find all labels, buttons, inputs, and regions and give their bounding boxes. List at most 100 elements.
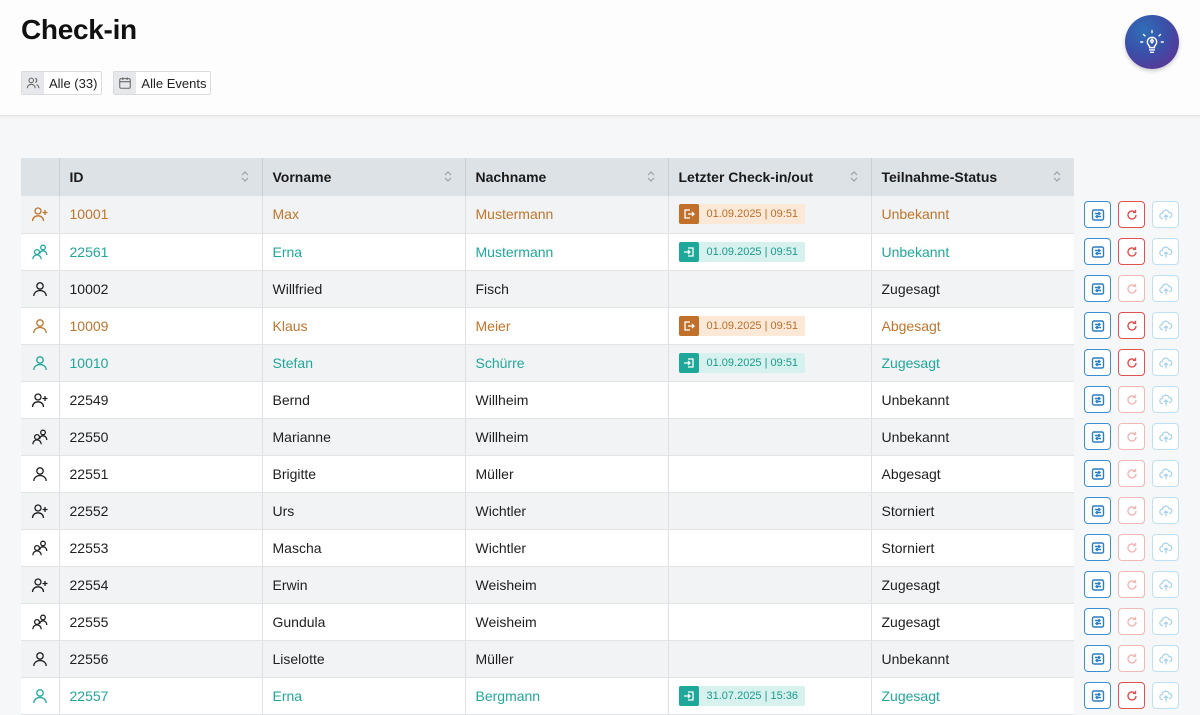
checkin-toggle-button[interactable] bbox=[1084, 349, 1111, 376]
upload-button[interactable] bbox=[1152, 238, 1179, 265]
column-header-status[interactable]: Teilnahme-Status bbox=[871, 158, 1074, 196]
table-row[interactable]: 10009 Klaus Meier 01.09.2025 | 09:51 Abgesag… bbox=[21, 307, 1074, 345]
table-row[interactable]: 22550 Marianne Willheim Unbekannt bbox=[21, 418, 1074, 456]
table-row[interactable]: 22551 Brigitte Müller Abgesagt bbox=[21, 455, 1074, 493]
reset-button[interactable] bbox=[1118, 682, 1145, 709]
sort-icon[interactable] bbox=[443, 170, 453, 186]
swap-icon bbox=[1091, 504, 1104, 517]
reset-button[interactable] bbox=[1118, 349, 1145, 376]
upload-button[interactable] bbox=[1152, 608, 1179, 635]
checkin-toggle-button[interactable] bbox=[1084, 238, 1111, 265]
cell-last-check bbox=[668, 566, 872, 604]
reset-button[interactable] bbox=[1118, 312, 1145, 339]
upload-button[interactable] bbox=[1152, 201, 1179, 228]
upload-button[interactable] bbox=[1152, 460, 1179, 487]
upload-button[interactable] bbox=[1152, 645, 1179, 672]
user-icon bbox=[31, 280, 49, 298]
sort-icon[interactable] bbox=[1052, 170, 1062, 186]
cloud-upload-icon bbox=[1158, 357, 1172, 368]
reset-button[interactable] bbox=[1118, 460, 1145, 487]
reset-button[interactable] bbox=[1118, 386, 1145, 413]
cloud-upload-icon bbox=[1158, 394, 1172, 405]
lightbulb-button[interactable] bbox=[1125, 15, 1179, 69]
table-row[interactable]: 22556 Liselotte Müller Unbekannt bbox=[21, 640, 1074, 678]
table-row[interactable]: 22557 Erna Bergmann 31.07.2025 | 15:36 Zuges… bbox=[21, 677, 1074, 715]
filter-events-button[interactable]: Alle Events bbox=[113, 71, 212, 95]
cell-last-name: Willheim bbox=[465, 418, 669, 456]
checkin-toggle-button[interactable] bbox=[1084, 571, 1111, 598]
table-row[interactable]: 10010 Stefan Schürre 01.09.2025 | 09:51 Zuge… bbox=[21, 344, 1074, 382]
reset-button[interactable] bbox=[1118, 275, 1145, 302]
user-icon bbox=[31, 317, 49, 335]
sort-icon[interactable] bbox=[849, 170, 859, 186]
cell-first-name: Stefan bbox=[262, 344, 466, 382]
reset-button[interactable] bbox=[1118, 608, 1145, 635]
reset-button[interactable] bbox=[1118, 571, 1145, 598]
checkin-toggle-button[interactable] bbox=[1084, 460, 1111, 487]
cell-last-name: Weisheim bbox=[465, 566, 669, 604]
checkin-toggle-button[interactable] bbox=[1084, 682, 1111, 709]
checkin-toggle-button[interactable] bbox=[1084, 201, 1111, 228]
table-row[interactable]: 22555 Gundula Weisheim Zugesagt bbox=[21, 603, 1074, 641]
cloud-upload-icon bbox=[1158, 616, 1172, 627]
checkin-toggle-button[interactable] bbox=[1084, 497, 1111, 524]
user-plus-icon bbox=[31, 502, 49, 520]
table-row[interactable]: 10001 Max Mustermann 01.09.2025 | 09:51 Unbe… bbox=[21, 196, 1074, 234]
upload-button[interactable] bbox=[1152, 349, 1179, 376]
checkin-toggle-button[interactable] bbox=[1084, 645, 1111, 672]
upload-button[interactable] bbox=[1152, 423, 1179, 450]
cell-last-name: Müller bbox=[465, 455, 669, 493]
column-header-vorname[interactable]: Vorname bbox=[262, 158, 466, 196]
cell-first-name: Brigitte bbox=[262, 455, 466, 493]
checkin-toggle-button[interactable] bbox=[1084, 608, 1111, 635]
participant-type-cell bbox=[21, 529, 60, 567]
table-row[interactable]: 22549 Bernd Willheim Unbekannt bbox=[21, 381, 1074, 419]
table-row[interactable]: 10002 Willfried Fisch Zugesagt bbox=[21, 270, 1074, 308]
cell-id: 22551 bbox=[59, 455, 263, 493]
column-header-nachname[interactable]: Nachname bbox=[465, 158, 669, 196]
participant-type-cell bbox=[21, 381, 60, 419]
cell-id: 22549 bbox=[59, 381, 263, 419]
sort-icon[interactable] bbox=[646, 170, 656, 186]
upload-button[interactable] bbox=[1152, 534, 1179, 561]
checkin-toggle-button[interactable] bbox=[1084, 312, 1111, 339]
user-plus-icon bbox=[31, 576, 49, 594]
reset-button[interactable] bbox=[1118, 238, 1145, 265]
cell-status: Unbekannt bbox=[871, 233, 1074, 271]
checkin-toggle-button[interactable] bbox=[1084, 423, 1111, 450]
reset-button[interactable] bbox=[1118, 497, 1145, 524]
upload-button[interactable] bbox=[1152, 571, 1179, 598]
swap-icon bbox=[1091, 467, 1104, 480]
reset-button[interactable] bbox=[1118, 534, 1145, 561]
column-header-id[interactable]: ID bbox=[59, 158, 263, 196]
table-row[interactable]: 22554 Erwin Weisheim Zugesagt bbox=[21, 566, 1074, 604]
checkin-toggle-button[interactable] bbox=[1084, 386, 1111, 413]
upload-button[interactable] bbox=[1152, 312, 1179, 339]
cell-first-name: Klaus bbox=[262, 307, 466, 345]
reset-button[interactable] bbox=[1118, 645, 1145, 672]
checkin-toggle-button[interactable] bbox=[1084, 275, 1111, 302]
upload-button[interactable] bbox=[1152, 497, 1179, 524]
cell-last-name: Weisheim bbox=[465, 603, 669, 641]
user-group-icon bbox=[31, 613, 49, 631]
cloud-upload-icon bbox=[1158, 431, 1172, 442]
reset-button[interactable] bbox=[1118, 201, 1145, 228]
filter-all-button[interactable]: Alle (33) bbox=[21, 71, 103, 95]
checkin-toggle-button[interactable] bbox=[1084, 534, 1111, 561]
user-group-icon bbox=[31, 428, 49, 446]
table-row[interactable]: 22553 Mascha Wichtler Storniert bbox=[21, 529, 1074, 567]
table-row[interactable]: 22561 Erna Mustermann 01.09.2025 | 09:51 Unb… bbox=[21, 233, 1074, 271]
reset-button[interactable] bbox=[1118, 423, 1145, 450]
cell-id: 22555 bbox=[59, 603, 263, 641]
column-header-last-check[interactable]: Letzter Check-in/out bbox=[668, 158, 872, 196]
upload-button[interactable] bbox=[1152, 682, 1179, 709]
sort-icon[interactable] bbox=[240, 170, 250, 186]
upload-button[interactable] bbox=[1152, 386, 1179, 413]
user-group-icon bbox=[31, 539, 49, 557]
upload-button[interactable] bbox=[1152, 275, 1179, 302]
user-group-icon bbox=[31, 243, 49, 261]
lightbulb-icon bbox=[1140, 30, 1164, 54]
refresh-icon bbox=[1126, 357, 1137, 368]
table-row[interactable]: 22552 Urs Wichtler Storniert bbox=[21, 492, 1074, 530]
cloud-upload-icon bbox=[1158, 320, 1172, 331]
